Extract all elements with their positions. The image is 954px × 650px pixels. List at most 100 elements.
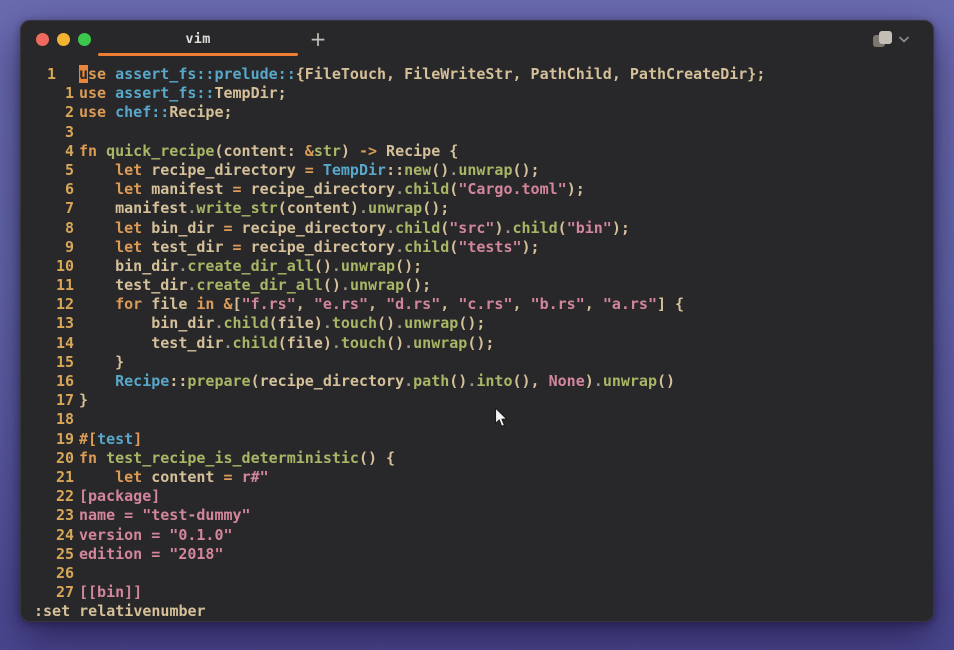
line-number: 3: [47, 123, 74, 142]
profile-menu[interactable]: [872, 30, 909, 49]
code-segment: ): [341, 142, 359, 160]
code-segment: );: [567, 180, 585, 198]
mouse-pointer-icon: [494, 407, 509, 428]
code-segment: [79, 372, 115, 390]
code-segment: (: [558, 219, 567, 237]
code-text: let test_dir = recipe_directory.child("t…: [79, 238, 540, 257]
code-segment: ] {: [657, 295, 684, 313]
new-tab-button[interactable]: +: [302, 24, 334, 54]
line-number: 12: [47, 295, 74, 314]
code-line: 14 test_dir.child(file).touch().unwrap()…: [47, 334, 933, 353]
code-segment: TempDir: [323, 161, 386, 179]
code-line: 3: [47, 123, 933, 142]
code-text: let recipe_directory = TempDir::new().un…: [79, 161, 540, 180]
code-segment: test_dir: [79, 334, 224, 352]
code-lines: 1use assert_fs::prelude::{FileTouch, Fil…: [47, 65, 933, 602]
code-segment: .: [395, 314, 404, 332]
code-segment: (): [386, 334, 404, 352]
code-segment: .: [395, 238, 404, 256]
code-segment: new: [404, 161, 431, 179]
code-text: bin_dir.child(file).touch().unwrap();: [79, 314, 485, 333]
line-number: 16: [47, 372, 74, 391]
code-segment: [79, 180, 115, 198]
code-line: 24version = "0.1.0": [47, 526, 933, 545]
code-text: fn quick_recipe(content: &str) -> Recipe…: [79, 142, 458, 161]
code-segment: test: [97, 430, 133, 448]
line-number: 7: [47, 199, 74, 218]
code-segment: for: [115, 295, 142, 313]
code-segment: (): [314, 257, 332, 275]
code-segment: (): [431, 161, 449, 179]
line-number: 22: [47, 487, 74, 506]
code-segment: .: [386, 219, 395, 237]
code-segment: quick_recipe: [106, 142, 214, 160]
code-segment: "a.rs": [603, 295, 657, 313]
terminal-window: vim + 1use assert_fs::prelude::{FileTouc…: [20, 20, 934, 622]
code-text: for file in &["f.rs", "e.rs", "d.rs", "c…: [79, 295, 684, 314]
code-text: use chef::Recipe;: [79, 103, 233, 122]
code-segment: name = "test-dummy": [79, 506, 251, 524]
code-segment: "e.rs": [314, 295, 368, 313]
code-line: 18: [47, 410, 933, 429]
code-segment: child: [233, 334, 278, 352]
code-segment: unwrap: [341, 257, 395, 275]
tab-vim[interactable]: vim: [98, 21, 298, 57]
code-segment: "src": [449, 219, 494, 237]
code-segment: "bin": [567, 219, 612, 237]
code-segment: .: [449, 161, 458, 179]
code-segment: .: [341, 276, 350, 294]
code-line: 1use assert_fs::prelude::{FileTouch, Fil…: [47, 65, 933, 84]
code-segment: use: [79, 103, 106, 121]
zoom-button[interactable]: [78, 33, 91, 46]
code-segment: Recipe;: [169, 103, 232, 121]
code-segment: .: [214, 314, 223, 332]
code-segment: test_dir: [79, 276, 187, 294]
code-segment: content: [142, 468, 223, 486]
code-segment: chef::: [115, 103, 169, 121]
code-segment: child: [224, 314, 269, 332]
code-segment: None: [549, 372, 585, 390]
code-segment: ,: [440, 295, 458, 313]
line-number: 23: [47, 506, 74, 525]
code-segment: ,: [296, 295, 314, 313]
code-segment: into: [476, 372, 512, 390]
code-segment: child: [404, 238, 449, 256]
code-segment: }: [79, 391, 88, 409]
code-line: 7 manifest.write_str(content).unwrap();: [47, 199, 933, 218]
terminal-content[interactable]: 1use assert_fs::prelude::{FileTouch, Fil…: [21, 57, 933, 621]
code-segment: create_dir_all: [196, 276, 322, 294]
code-segment: .: [395, 180, 404, 198]
code-segment: recipe_directory: [233, 219, 387, 237]
code-segment: fn: [79, 449, 97, 467]
code-segment: (recipe_directory: [251, 372, 405, 390]
code-segment: [97, 449, 106, 467]
code-segment: "tests": [458, 238, 521, 256]
line-number: 24: [47, 526, 74, 545]
code-segment: prepare: [187, 372, 250, 390]
code-line: 12 for file in &["f.rs", "e.rs", "d.rs",…: [47, 295, 933, 314]
code-segment: se: [88, 65, 106, 83]
vim-command-line: :set relativenumber: [34, 602, 933, 621]
code-segment: [106, 84, 115, 102]
code-text: bin_dir.create_dir_all().unwrap();: [79, 257, 422, 276]
code-line: 17}: [47, 391, 933, 410]
code-segment: .: [404, 334, 413, 352]
code-segment: ->: [359, 142, 377, 160]
code-segment: let: [115, 238, 142, 256]
code-segment: (content): [278, 199, 359, 217]
minimize-button[interactable]: [57, 33, 70, 46]
code-segment: in: [196, 295, 214, 313]
code-text: test_dir.child(file).touch().unwrap();: [79, 334, 494, 353]
code-line: 9 let test_dir = recipe_directory.child(…: [47, 238, 933, 257]
line-number: 18: [47, 410, 74, 429]
code-line: 2use chef::Recipe;: [47, 103, 933, 122]
line-number: 13: [47, 314, 74, 333]
code-segment: .: [359, 199, 368, 217]
code-line: 13 bin_dir.child(file).touch().unwrap();: [47, 314, 933, 333]
code-segment: ();: [513, 161, 540, 179]
code-line: 10 bin_dir.create_dir_all().unwrap();: [47, 257, 933, 276]
desktop: { "window": { "tab": { "label": "vim" },…: [0, 0, 954, 650]
close-button[interactable]: [36, 33, 49, 46]
code-segment: assert_fs::prelude::: [115, 65, 296, 83]
code-text: test_dir.create_dir_all().unwrap();: [79, 276, 431, 295]
